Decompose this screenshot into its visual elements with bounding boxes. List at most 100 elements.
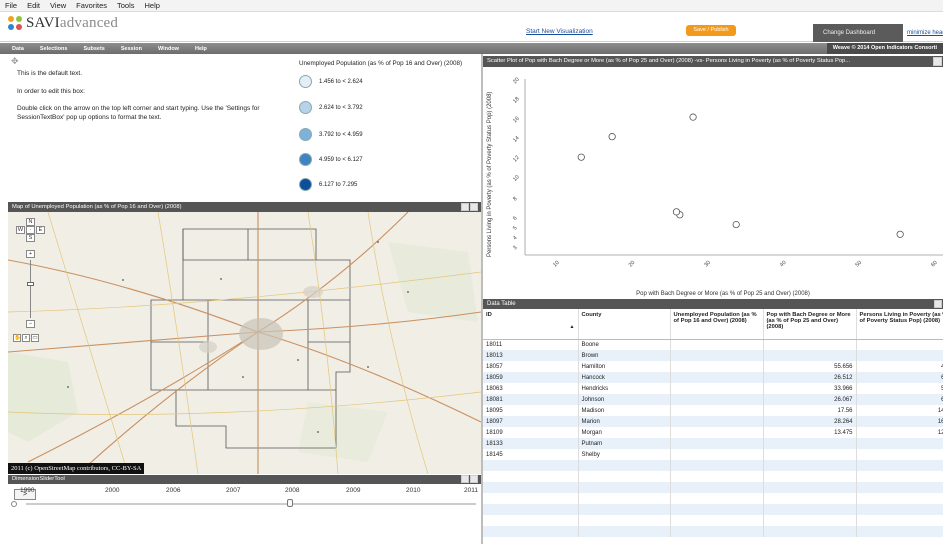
zoom-slider-thumb[interactable] (27, 282, 34, 286)
maximize-icon[interactable] (934, 300, 942, 308)
change-dashboard-button[interactable]: Change Dashboard (813, 24, 903, 42)
minimize-icon[interactable] (461, 203, 469, 211)
cell-bach-degree: 33.966 (763, 383, 857, 394)
app-menu-help[interactable]: Help (195, 46, 207, 52)
pan-west-button[interactable]: W (16, 226, 25, 234)
table-row[interactable]: 18095Madison 17.5614.3 (483, 405, 943, 416)
col-header-id[interactable]: ID ▲ (483, 309, 579, 340)
minimize-icon[interactable] (461, 475, 469, 483)
cell-poverty: 6.3 (856, 372, 943, 383)
cell-unemployed (670, 427, 764, 438)
year-tick-label: 2007 (226, 487, 241, 494)
cell-bach-degree (763, 504, 857, 515)
scatter-canvas[interactable]: Persons Living in Poverty (as % of Pover… (483, 67, 943, 297)
slider-thumb[interactable] (287, 499, 293, 507)
table-row[interactable]: 18059Hancock 26.5126.3 (483, 372, 943, 383)
pan-center-button[interactable]: · (26, 226, 35, 234)
table-row[interactable]: 18133 Putnam (483, 438, 943, 449)
zoom-slider-track[interactable] (30, 260, 31, 318)
legend-swatch (299, 128, 312, 141)
legend-item[interactable]: 6.127 to 7.295 (299, 178, 357, 191)
table-row[interactable] (483, 460, 943, 471)
zoom-tool-icon[interactable]: ⌕ (22, 334, 30, 342)
menu-tools[interactable]: Tools (117, 1, 135, 10)
slider-track[interactable] (26, 503, 476, 505)
maximize-icon[interactable] (470, 475, 478, 483)
cell-county: Shelby (578, 449, 671, 460)
scatter-point[interactable] (608, 133, 616, 141)
app-menu-session[interactable]: Session (121, 46, 142, 52)
app-menu-data[interactable]: Data (12, 46, 24, 52)
cell-county: Johnson (578, 394, 671, 405)
legend-item[interactable]: 1.456 to < 2.624 (299, 75, 363, 88)
slider-start-handle[interactable] (11, 501, 17, 507)
map-title-bar[interactable]: Map of Unemployed Population (as % of Po… (8, 202, 481, 212)
zoom-in-button[interactable]: + (26, 250, 35, 258)
menu-favorites[interactable]: Favorites (76, 1, 107, 10)
session-text-box[interactable]: ✥ This is the default text. In order to … (8, 56, 293, 201)
table-row[interactable] (483, 504, 943, 515)
pan-south-button[interactable]: S (26, 234, 35, 242)
legend-item[interactable]: 3.792 to < 4.959 (299, 128, 363, 141)
pan-tool-icon[interactable]: ✋ (13, 334, 21, 342)
minimize-header-link[interactable]: minimize head (904, 24, 943, 42)
legend-swatch (299, 101, 312, 114)
data-table-title-bar[interactable]: Data Table (483, 299, 943, 309)
table-row[interactable] (483, 515, 943, 526)
col-header-county[interactable]: County (578, 309, 671, 340)
scatter-point[interactable] (577, 153, 585, 161)
menu-help[interactable]: Help (145, 1, 160, 10)
legend-item[interactable]: 2.624 to < 3.792 (299, 101, 363, 114)
pan-north-button[interactable]: N (26, 218, 35, 226)
app-menu-window[interactable]: Window (158, 46, 179, 52)
table-row[interactable] (483, 493, 943, 504)
scatter-point[interactable] (689, 113, 697, 121)
table-header-row: ID ▲ County Unemployed Population (as % o… (483, 309, 943, 340)
scatter-point[interactable] (732, 220, 740, 229)
maximize-icon[interactable] (470, 203, 478, 211)
pan-east-button[interactable]: E (36, 226, 45, 234)
col-header-poverty[interactable]: Persons Living in Poverty (as % of Pover… (856, 309, 943, 340)
app-menu-subsets[interactable]: Subsets (83, 46, 104, 52)
table-row[interactable] (483, 471, 943, 482)
cell-county (578, 460, 671, 471)
table-row[interactable]: 18109Morgan 13.47512.2 (483, 427, 943, 438)
scatter-title-bar[interactable]: Scatter Plot of Pop with Bach Degree or … (483, 56, 943, 67)
map-view[interactable]: N W · E S + − ✋ ⌕ ▭ 2011 (c) OpenStreetM… (8, 212, 481, 474)
dimension-slider-title-bar[interactable]: DimensionSliderTool (8, 475, 481, 484)
zoom-out-button[interactable]: − (26, 320, 35, 328)
table-row[interactable]: 18097Marion 28.26416.3 (483, 416, 943, 427)
start-new-visualization-link[interactable]: Start New Visualization (526, 28, 593, 35)
select-tool-icon[interactable]: ▭ (31, 334, 39, 342)
save-publish-button[interactable]: Save / Publish (686, 25, 736, 36)
legend-item[interactable]: 4.959 to < 6.127 (299, 153, 363, 166)
table-row[interactable]: 18081Johnson 26.0676.6 (483, 394, 943, 405)
app-header: SAVIadvanced Start New Visualization Sav… (0, 12, 943, 42)
y-axis-label: Persons Living in Poverty (as % of Pover… (487, 92, 493, 257)
table-row[interactable]: 18013 Brown (483, 350, 943, 361)
cell-id (483, 526, 579, 537)
move-arrow-icon[interactable]: ✥ (11, 57, 20, 66)
table-row[interactable] (483, 482, 943, 493)
map-canvas[interactable] (8, 212, 481, 474)
sort-arrow-icon[interactable]: ▲ (486, 324, 575, 330)
maximize-icon[interactable] (933, 57, 942, 66)
scatter-point[interactable] (896, 230, 904, 238)
scatter-plot[interactable]: Persons Living in Poverty (as % of Pover… (483, 67, 943, 297)
table-row[interactable]: 18145 Shelby (483, 449, 943, 460)
cell-poverty (856, 515, 943, 526)
cell-bach-degree: 26.512 (763, 372, 857, 383)
table-row[interactable]: 18063Hendricks 33.9665.3 (483, 383, 943, 394)
data-table[interactable]: ID ▲ County Unemployed Population (as % o… (483, 309, 943, 544)
col-header-bach-degree[interactable]: Pop with Bach Degree or More (as % of Po… (763, 309, 857, 340)
table-row[interactable] (483, 526, 943, 537)
col-header-unemployed[interactable]: Unemployed Population (as % of Pop 16 an… (670, 309, 764, 340)
textbox-line-1: This is the default text. (17, 70, 83, 77)
table-row[interactable]: 18057Hamilton 55.6564.3 (483, 361, 943, 372)
table-row[interactable]: 18011 Boone (483, 339, 943, 350)
scatter-point[interactable] (672, 208, 681, 216)
menu-edit[interactable]: Edit (27, 1, 40, 10)
app-menu-selections[interactable]: Selections (40, 46, 68, 52)
menu-file[interactable]: File (5, 1, 17, 10)
menu-view[interactable]: View (50, 1, 66, 10)
